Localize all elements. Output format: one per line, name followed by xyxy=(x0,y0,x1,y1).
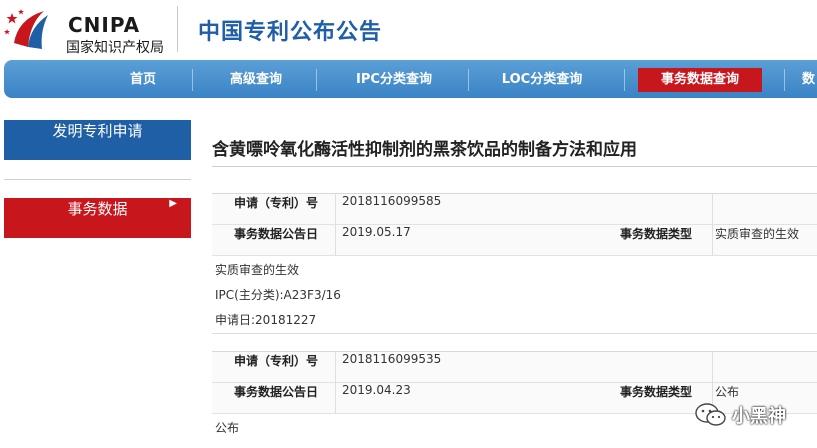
record-row-app-no: 申请（专利）号 2018116099585 xyxy=(212,194,817,225)
sidebar-item-transaction-data[interactable]: 事务数据 ▶ xyxy=(4,198,191,238)
date-value: 2019.04.23 xyxy=(342,383,411,397)
app-no-value: 2018116099535 xyxy=(342,352,442,366)
cell-divider xyxy=(335,383,336,413)
nav-transaction-search[interactable]: 事务数据查询 xyxy=(638,68,762,92)
date-label: 事务数据公告日 xyxy=(234,227,319,241)
nav-more[interactable]: 数 xyxy=(802,68,817,92)
cell-divider xyxy=(335,352,336,382)
app-no-label: 申请（专利）号 xyxy=(234,354,319,368)
watermark-text: 小黑神 xyxy=(732,406,786,427)
app-no-label: 申请（专利）号 xyxy=(234,196,319,210)
page-title: 含黄嘌呤氧化酶活性抑制剂的黑茶饮品的制备方法和应用 xyxy=(212,140,637,160)
nav-advanced-search[interactable]: 高级查询 xyxy=(204,68,308,92)
nav-ipc-search[interactable]: IPC分类查询 xyxy=(334,68,454,92)
sidebar-divider xyxy=(4,179,191,180)
record-divider xyxy=(212,333,817,334)
sidebar-item-label: 发明专利申请 xyxy=(52,122,143,140)
logo-text-cn: 国家知识产权局 xyxy=(66,40,164,56)
nav-divider xyxy=(624,69,625,91)
header-divider xyxy=(177,6,178,52)
cell-divider xyxy=(335,225,336,255)
nav-divider xyxy=(784,69,785,91)
logo-text-en: CNIPA xyxy=(68,13,141,37)
type-value: 实质审查的生效 xyxy=(715,227,800,241)
sidebar-item-label: 事务数据 xyxy=(67,200,128,218)
nav-loc-search[interactable]: LOC分类查询 xyxy=(482,68,602,92)
watermark: 小黑神 xyxy=(694,400,804,430)
record-row-app-no: 申请（专利）号 2018116099535 xyxy=(212,352,817,383)
detail-line: 实质审查的生效 xyxy=(215,263,300,277)
app-no-value: 2018116099585 xyxy=(342,194,442,208)
type-value: 公布 xyxy=(715,385,740,399)
date-value: 2019.05.17 xyxy=(342,225,411,239)
record-row-date-type: 事务数据公告日 2019.05.17 事务数据类型 实质审查的生效 xyxy=(212,225,817,256)
cell-divider xyxy=(712,352,713,382)
title-divider xyxy=(212,166,817,167)
detail-line: IPC(主分类):A23F3/16 xyxy=(215,288,341,302)
main-nav: 首页 高级查询 IPC分类查询 LOC分类查询 事务数据查询 数 xyxy=(4,60,817,98)
sidebar-item-invention-application[interactable]: 发明专利申请 xyxy=(4,120,191,160)
cnipa-logo[interactable]: CNIPA 国家知识产权局 xyxy=(4,5,174,56)
type-label: 事务数据类型 xyxy=(620,385,693,399)
nav-divider xyxy=(192,69,193,91)
cnipa-emblem-icon xyxy=(4,9,48,49)
chevron-right-icon: ▶ xyxy=(169,198,177,209)
detail-line: 申请日:20181227 xyxy=(215,313,317,327)
cell-divider xyxy=(712,225,713,255)
type-label: 事务数据类型 xyxy=(620,227,693,241)
date-label: 事务数据公告日 xyxy=(234,385,319,399)
nav-divider xyxy=(316,69,317,91)
cell-divider xyxy=(335,194,336,224)
cell-divider xyxy=(712,194,713,224)
nav-divider xyxy=(468,69,469,91)
transaction-record: 申请（专利）号 2018116099585 事务数据公告日 2019.05.17… xyxy=(212,193,817,333)
site-title: 中国专利公布公告 xyxy=(198,20,383,45)
site-header: CNIPA 国家知识产权局 中国专利公布公告 xyxy=(0,0,817,60)
wechat-icon xyxy=(695,403,726,426)
nav-home[interactable]: 首页 xyxy=(98,68,188,92)
record-details: 实质审查的生效 IPC(主分类):A23F3/16 申请日:20181227 xyxy=(212,256,817,333)
